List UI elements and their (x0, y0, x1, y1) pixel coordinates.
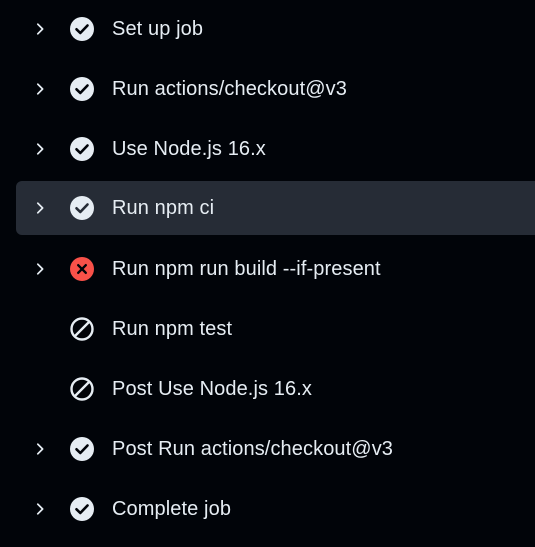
chevron-right-icon[interactable] (33, 82, 47, 96)
chevron-right-icon[interactable] (33, 22, 47, 36)
chevron-right-icon[interactable] (33, 502, 47, 516)
skip-icon (70, 377, 94, 401)
step-row-set-up-job[interactable]: Set up job (16, 2, 535, 56)
step-label: Use Node.js 16.x (112, 138, 266, 160)
step-row-run-actions-checkout[interactable]: Run actions/checkout@v3 (16, 62, 535, 116)
step-row-post-use-node[interactable]: Post Use Node.js 16.x (16, 362, 535, 416)
check-circle-icon (70, 196, 94, 220)
step-label: Run npm run build --if-present (112, 258, 381, 280)
skip-icon (70, 317, 94, 341)
step-row-complete-job[interactable]: Complete job (16, 482, 535, 536)
check-circle-icon (70, 437, 94, 461)
check-circle-icon (70, 497, 94, 521)
chevron-right-icon[interactable] (33, 262, 47, 276)
step-label: Run actions/checkout@v3 (112, 78, 347, 100)
step-row-run-npm-ci[interactable]: Run npm ci (16, 181, 535, 235)
step-label: Post Use Node.js 16.x (112, 378, 312, 400)
check-circle-icon (70, 77, 94, 101)
step-row-run-npm-run-build[interactable]: Run npm run build --if-present (16, 242, 535, 296)
step-label: Post Run actions/checkout@v3 (112, 438, 394, 460)
job-steps-list: Set up job Run actions/checkout@v3 Use N… (0, 0, 535, 547)
chevron-right-icon[interactable] (33, 442, 47, 456)
step-row-run-npm-test[interactable]: Run npm test (16, 302, 535, 356)
step-label: Run npm ci (112, 197, 215, 219)
step-label: Run npm test (112, 318, 233, 340)
step-row-use-node[interactable]: Use Node.js 16.x (16, 122, 535, 176)
check-circle-icon (70, 17, 94, 41)
step-row-post-run-checkout[interactable]: Post Run actions/checkout@v3 (16, 422, 535, 476)
x-circle-icon (70, 257, 94, 281)
step-label: Set up job (112, 18, 204, 40)
chevron-right-icon[interactable] (33, 201, 47, 215)
step-label: Complete job (112, 498, 232, 520)
check-circle-icon (70, 137, 94, 161)
chevron-right-icon[interactable] (33, 142, 47, 156)
